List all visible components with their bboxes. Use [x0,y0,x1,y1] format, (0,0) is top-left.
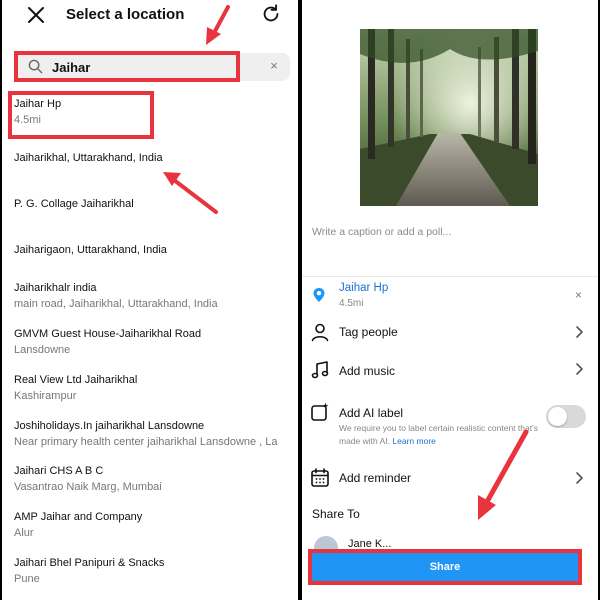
new-post-panel: Write a caption or add a poll... Jaihar … [302,0,598,600]
annotation-arrows [163,5,230,214]
location-picker-panel: Select a location × Jaihar Hp 4.5mi Jaih… [2,0,298,600]
arrow-to-search [206,5,230,45]
annotation-arrows [478,429,529,520]
arrow-to-share [478,429,529,520]
arrow-to-result [163,172,218,214]
